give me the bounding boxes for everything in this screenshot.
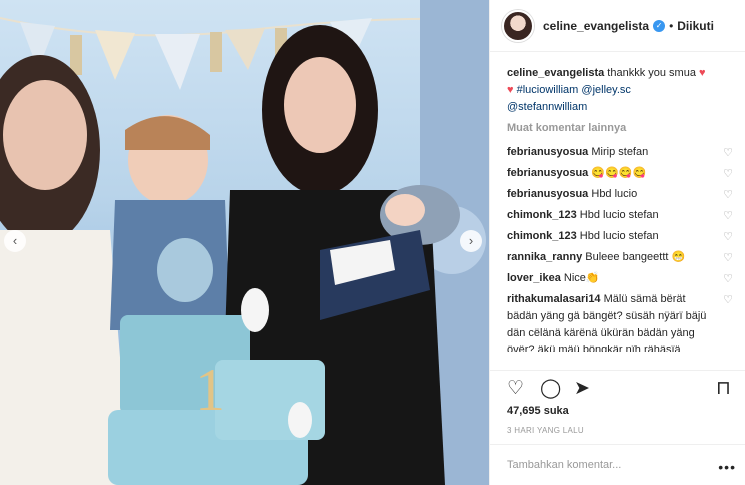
comment-text: Buleee bangeettt 😁 <box>585 251 686 263</box>
comment-text: Mirip stefan <box>591 146 649 158</box>
likes-count[interactable]: 47,695 suka <box>507 405 569 417</box>
avatar[interactable] <box>502 9 534 42</box>
comment-text: Nice👏 <box>563 272 600 284</box>
comment-username[interactable]: febrianusyosua <box>507 188 588 200</box>
hashtag-link[interactable]: #luciowilliam <box>517 84 579 96</box>
like-comment-icon[interactable]: ♡ <box>723 208 733 225</box>
comment-text: Hbd lucio stefan <box>579 230 659 242</box>
post-timestamp[interactable]: 3 HARI YANG LALU <box>507 426 584 435</box>
bookmark-icon[interactable]: ⊓ <box>716 379 731 398</box>
comment-username[interactable]: febrianusyosua <box>507 167 588 179</box>
comment-username[interactable]: chimonk_123 <box>507 230 577 242</box>
post-side-panel: celine_evangelista ✓ • Diikuti celine_ev… <box>489 0 745 485</box>
like-comment-icon[interactable]: ♡ <box>723 229 733 246</box>
mention-link[interactable]: @jelley.sc <box>581 84 630 96</box>
caption: celine_evangelista thankkk you smua ♥ ♥ … <box>507 65 733 116</box>
comment-username[interactable]: febrianusyosua <box>507 146 588 158</box>
comment-item: rithakumalasari14 Mälü sämä bërät bädän … <box>507 291 733 352</box>
carousel-next-button[interactable]: › <box>460 230 482 252</box>
load-more-comments-button[interactable]: Muat komentar lainnya <box>507 120 733 137</box>
post-header: celine_evangelista ✓ • Diikuti <box>490 0 745 52</box>
more-options-icon[interactable]: ••• <box>718 459 736 475</box>
like-comment-icon[interactable]: ♡ <box>723 145 733 162</box>
comment-text: Hbd lucio <box>591 188 638 200</box>
add-comment-input[interactable]: Tambahkan komentar... ••• <box>490 444 745 485</box>
comment-item: lover_ikea Nice👏 ♡ <box>507 270 733 288</box>
like-comment-icon[interactable]: ♡ <box>723 250 733 267</box>
svg-text:1: 1 <box>195 357 225 423</box>
post-photo[interactable]: 1 ‹ › <box>0 0 489 485</box>
mention-link[interactable]: @stefannwilliam <box>507 101 587 113</box>
carousel-prev-button[interactable]: ‹ <box>4 230 26 252</box>
post-actions-bar: ♡ ◯ ➤ ⊓ <box>490 370 745 402</box>
comment-item: chimonk_123 Hbd lucio stefan ♡ <box>507 207 733 225</box>
comment-username[interactable]: chimonk_123 <box>507 209 577 221</box>
comments-section: celine_evangelista thankkk you smua ♥ ♥ … <box>490 52 745 352</box>
caption-username[interactable]: celine_evangelista <box>507 67 604 79</box>
heart-emoji-icon: ♥ <box>699 67 706 79</box>
caption-text: thankkk you smua <box>607 67 696 79</box>
comment-text: Hbd lucio stefan <box>579 209 659 221</box>
comment-item: febrianusyosua Hbd lucio ♡ <box>507 186 733 204</box>
post-username[interactable]: celine_evangelista <box>543 19 649 33</box>
comment-username[interactable]: rannika_ranny <box>507 251 582 263</box>
like-comment-icon[interactable]: ♡ <box>723 292 733 309</box>
share-icon[interactable]: ➤ <box>574 379 590 398</box>
comment-username[interactable]: rithakumalasari14 <box>507 293 601 305</box>
comment-bubble-icon[interactable]: ◯ <box>540 379 561 398</box>
comment-item: chimonk_123 Hbd lucio stefan ♡ <box>507 228 733 246</box>
following-button[interactable]: Diikuti <box>677 19 714 33</box>
comment-text: 😋😋😋😋 <box>591 167 647 179</box>
like-heart-icon[interactable]: ♡ <box>507 379 524 398</box>
heart-emoji-icon: ♥ <box>507 84 514 96</box>
verified-badge-icon: ✓ <box>653 19 666 32</box>
like-comment-icon[interactable]: ♡ <box>723 271 733 288</box>
comment-item: febrianusyosua Mirip stefan ♡ <box>507 144 733 162</box>
like-comment-icon[interactable]: ♡ <box>723 187 733 204</box>
like-comment-icon[interactable]: ♡ <box>723 166 733 183</box>
separator-dot: • <box>669 18 674 33</box>
photo-illustration: 1 <box>0 0 489 485</box>
comment-item: febrianusyosua 😋😋😋😋 ♡ <box>507 165 733 183</box>
comment-username[interactable]: lover_ikea <box>507 272 561 284</box>
comment-item: rannika_ranny Buleee bangeettt 😁 ♡ <box>507 249 733 267</box>
